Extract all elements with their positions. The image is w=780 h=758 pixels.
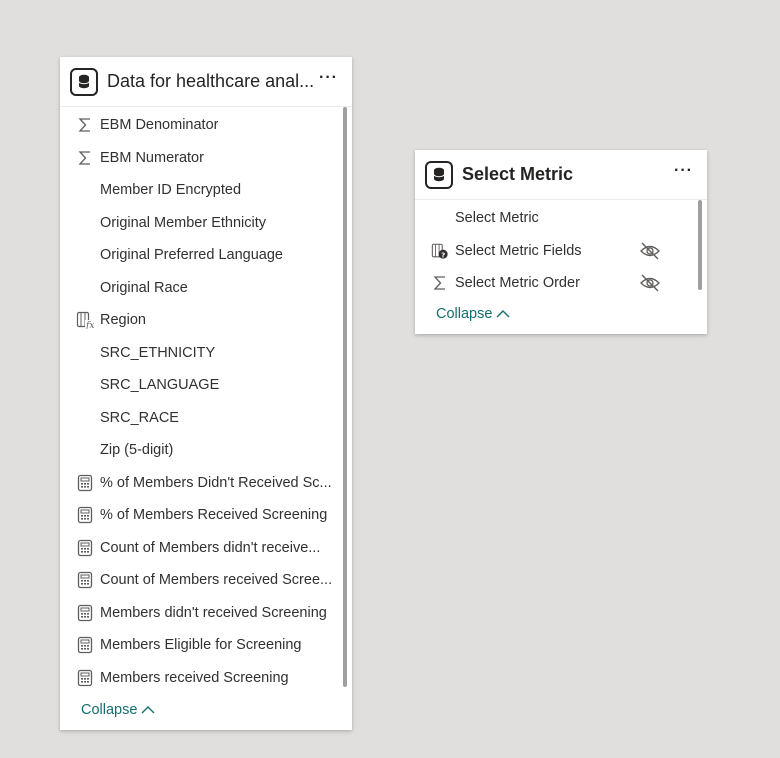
field-item-original-preferred-language[interactable]: Original Preferred Language <box>60 239 352 272</box>
calculator-icon <box>76 571 94 589</box>
hidden-eye-icon[interactable] <box>639 273 661 297</box>
table-title: Data for healthcare anal... <box>107 71 315 91</box>
field-label: % of Members Didn't Received Sc... <box>100 474 332 491</box>
field-label: Select Metric Order <box>455 275 580 292</box>
scrollbar[interactable] <box>698 200 702 290</box>
field-label: Member ID Encrypted <box>100 182 242 199</box>
more-options-button[interactable]: ··· <box>674 162 693 180</box>
collapse-label: Collapse <box>436 306 493 322</box>
svg-text:fx: fx <box>85 321 94 329</box>
field-label: Original Member Ethnicity <box>100 214 266 231</box>
field-label: SRC_ETHNICITY <box>100 344 216 361</box>
field-item-src-ethnicity[interactable]: SRC_ETHNICITY <box>60 337 352 370</box>
collapse-button[interactable]: Collapse <box>436 306 510 322</box>
sigma-icon <box>76 149 94 167</box>
database-icon <box>70 68 98 96</box>
field-label: SRC_LANGUAGE <box>100 377 220 394</box>
field-label: Count of Members received Scree... <box>100 572 333 589</box>
field-item-select-metric[interactable]: Select Metric <box>415 202 707 235</box>
field-item-members-didn-t-received-screening[interactable]: Members didn't received Screening <box>60 597 352 630</box>
field-label: Members Eligible for Screening <box>100 637 302 654</box>
field-label: Original Preferred Language <box>100 247 283 264</box>
field-list: Select Metric? Select Metric Fields Select… <box>415 202 707 300</box>
field-label: SRC_RACE <box>100 409 179 426</box>
field-label: Members received Screening <box>100 669 289 686</box>
calculator-icon <box>76 474 94 492</box>
table-title: Select Metric <box>462 164 574 184</box>
field-item-of-members-received-screening[interactable]: % of Members Received Screening <box>60 499 352 532</box>
calculator-icon <box>76 604 94 622</box>
field-item-src-language[interactable]: SRC_LANGUAGE <box>60 369 352 402</box>
calculator-icon <box>76 669 94 687</box>
table-card-healthcare[interactable]: Data for healthcare anal... ··· EBM Deno… <box>60 57 352 730</box>
field-item-count-of-members-received-scree[interactable]: Count of Members received Scree... <box>60 564 352 597</box>
field-label: Region <box>100 312 146 329</box>
field-item-region[interactable]: fx Region <box>60 304 352 337</box>
field-label: Original Race <box>100 279 188 296</box>
scrollbar[interactable] <box>343 107 347 687</box>
field-label: Zip (5-digit) <box>100 442 174 459</box>
field-item-member-id-encrypted[interactable]: Member ID Encrypted <box>60 174 352 207</box>
table-card-select-metric[interactable]: Select Metric ··· Select Metric? Select M… <box>415 150 707 334</box>
field-item-members-received-screening[interactable]: Members received Screening <box>60 662 352 695</box>
field-label: Members didn't received Screening <box>100 604 327 621</box>
hidden-eye-icon[interactable] <box>639 241 661 265</box>
svg-text:?: ? <box>441 250 445 259</box>
collapse-button[interactable]: Collapse <box>81 702 155 718</box>
field-label: Count of Members didn't receive... <box>100 539 321 556</box>
field-label: Select Metric Fields <box>455 242 582 259</box>
database-icon <box>425 161 453 189</box>
collapse-label: Collapse <box>81 702 138 718</box>
field-item-of-members-didn-t-received-sc[interactable]: % of Members Didn't Received Sc... <box>60 467 352 500</box>
field-item-members-eligible-for-screening[interactable]: Members Eligible for Screening <box>60 629 352 662</box>
field-parameter-icon: ? <box>431 242 449 260</box>
calculator-icon <box>76 636 94 654</box>
field-label: EBM Denominator <box>100 117 219 134</box>
field-item-select-metric-order[interactable]: Select Metric Order <box>415 267 707 300</box>
field-item-original-race[interactable]: Original Race <box>60 272 352 305</box>
field-label: % of Members Received Screening <box>100 507 328 524</box>
field-label: Select Metric <box>455 210 539 227</box>
field-item-ebm-denominator[interactable]: EBM Denominator <box>60 109 352 142</box>
field-item-src-race[interactable]: SRC_RACE <box>60 402 352 435</box>
chevron-up-icon <box>496 310 510 318</box>
chevron-up-icon <box>141 706 155 714</box>
field-list: EBM Denominator EBM Numerator Member ID En… <box>60 109 352 694</box>
field-item-select-metric-fields[interactable]: ? Select Metric Fields <box>415 235 707 268</box>
field-item-original-member-ethnicity[interactable]: Original Member Ethnicity <box>60 207 352 240</box>
more-options-button[interactable]: ··· <box>319 69 338 87</box>
calculated-column-icon: fx <box>76 311 94 329</box>
calculator-icon <box>76 506 94 524</box>
field-item-count-of-members-didn-t-receive[interactable]: Count of Members didn't receive... <box>60 532 352 565</box>
calculator-icon <box>76 539 94 557</box>
field-item-ebm-numerator[interactable]: EBM Numerator <box>60 142 352 175</box>
sigma-icon <box>76 116 94 134</box>
sigma-icon <box>431 274 449 292</box>
field-label: EBM Numerator <box>100 149 204 166</box>
field-item-zip-5-digit[interactable]: Zip (5-digit) <box>60 434 352 467</box>
table-card-header[interactable]: Select Metric ··· <box>415 150 707 200</box>
table-card-header[interactable]: Data for healthcare anal... ··· <box>60 57 352 107</box>
